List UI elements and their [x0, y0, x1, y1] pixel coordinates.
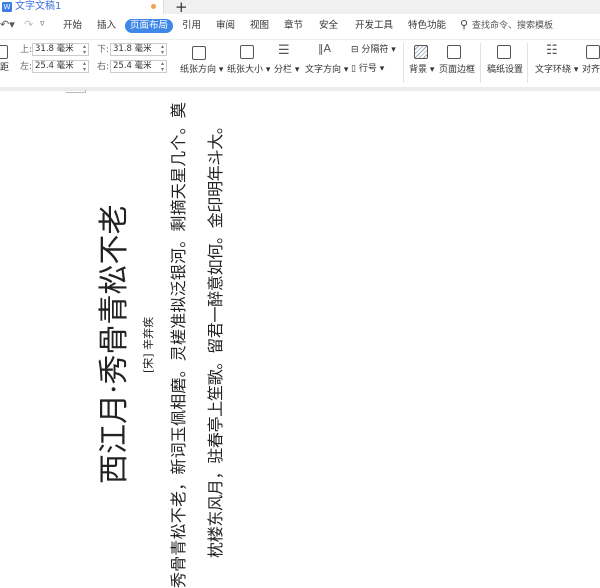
document-tab[interactable]: W 文字文稿1: [0, 0, 164, 14]
text-direction-button[interactable]: 文字方向 ▾: [305, 64, 348, 76]
poem-line[interactable]: 秀骨青松不老，新词玉佩相磨。灵槎准拟泛银河。剩摘天星几个。奠: [167, 102, 191, 588]
tab-insert[interactable]: 插入: [97, 19, 116, 33]
orientation-label: 纸张方向: [180, 65, 217, 75]
paper-size-icon: [240, 45, 254, 59]
page-border-icon: [447, 45, 461, 59]
tab-special-features[interactable]: 特色功能: [408, 19, 446, 33]
line-numbers-button[interactable]: ▯ 行号 ▾: [351, 63, 384, 75]
breaks-label: 分隔符: [361, 45, 389, 55]
poem-line[interactable]: 枕楼东风月，驻春亭上笙歌。留君一醉意如何。金印明年斗大。: [204, 118, 228, 558]
top-margin-value: 31.8 毫米: [35, 44, 74, 54]
poem-author[interactable]: [宋] 辛弃疾: [142, 317, 156, 373]
top-margin-label: 上:: [20, 45, 33, 55]
tab-view[interactable]: 视图: [250, 19, 269, 33]
text-wrap-icon: ☷: [546, 43, 558, 58]
page-border-button[interactable]: 页面边框: [439, 64, 475, 76]
align-button[interactable]: 对齐: [582, 64, 600, 76]
redo-icon[interactable]: ↷: [24, 18, 33, 31]
breaks-button[interactable]: ⊟ 分隔符 ▾: [351, 44, 396, 56]
paper-size-button[interactable]: 纸张大小 ▾: [227, 64, 270, 76]
search-command-input[interactable]: 查找命令、搜索模板: [472, 19, 553, 33]
columns-button[interactable]: 分栏 ▾: [274, 64, 299, 76]
manuscript-icon: [497, 45, 511, 59]
margins-button[interactable]: 距: [0, 62, 9, 74]
page-corner-mark: [66, 90, 86, 93]
top-margin-input[interactable]: 31.8 毫米 ▴ ▾: [32, 43, 89, 56]
document-title: 文字文稿1: [15, 1, 62, 12]
undo-icon[interactable]: ↶▾: [0, 18, 15, 31]
line-numbers-label: 行号: [358, 64, 377, 74]
background-button[interactable]: 背景 ▾: [409, 64, 434, 76]
margins-icon[interactable]: [0, 45, 8, 59]
tab-developer[interactable]: 开发工具: [355, 19, 393, 33]
left-margin-label: 左:: [20, 62, 33, 72]
divider: [403, 43, 404, 83]
text-direction-icon: ‖A: [318, 42, 332, 55]
text-wrap-label: 文字环绕: [535, 65, 572, 75]
tab-page-layout[interactable]: 页面布局: [125, 19, 174, 33]
tab-start[interactable]: 开始: [63, 19, 82, 33]
ruler-band: [0, 87, 600, 91]
tab-references[interactable]: 引用: [182, 19, 201, 33]
columns-label: 分栏: [274, 65, 293, 75]
spinner-icon[interactable]: ▴ ▾: [83, 44, 86, 56]
paper-size-label: 纸张大小: [227, 65, 264, 75]
bottom-margin-label: 下:: [97, 45, 110, 55]
right-margin-input[interactable]: 25.4 毫米 ▴ ▾: [110, 60, 167, 73]
breaks-icon: ⊟: [351, 45, 359, 55]
divider: [527, 43, 528, 83]
text-direction-label: 文字方向: [305, 65, 342, 75]
unsaved-dot-icon: [151, 4, 156, 9]
bottom-margin-input[interactable]: 31.8 毫米 ▴ ▾: [110, 43, 167, 56]
text-wrap-button[interactable]: 文字环绕 ▾: [535, 64, 578, 76]
tab-security[interactable]: 安全: [319, 19, 338, 33]
orientation-button[interactable]: 纸张方向 ▾: [180, 64, 223, 76]
search-icon: ⚲: [460, 18, 469, 31]
orientation-icon: [192, 46, 206, 60]
columns-icon: ☰: [278, 43, 290, 58]
manuscript-settings-button[interactable]: 稿纸设置: [487, 64, 523, 76]
tab-review[interactable]: 审阅: [216, 19, 235, 33]
left-margin-value: 25.4 毫米: [35, 61, 74, 71]
poem-title[interactable]: 西江月·秀骨青松不老: [97, 204, 133, 484]
spinner-icon[interactable]: ▴ ▾: [161, 44, 164, 56]
background-label: 背景: [409, 65, 428, 75]
spinner-icon[interactable]: ▴ ▾: [161, 61, 164, 73]
align-icon: [586, 45, 600, 59]
right-margin-label: 右:: [97, 62, 110, 72]
tab-sections[interactable]: 章节: [284, 19, 303, 33]
left-margin-input[interactable]: 25.4 毫米 ▴ ▾: [32, 60, 89, 73]
writer-app-icon: W: [2, 2, 12, 12]
customize-dropdown-icon[interactable]: ▿: [40, 19, 45, 29]
divider: [480, 43, 481, 83]
background-icon: [414, 45, 428, 59]
line-numbers-icon: ▯: [351, 64, 356, 74]
spinner-icon[interactable]: ▴ ▾: [83, 61, 86, 73]
right-margin-value: 25.4 毫米: [113, 61, 152, 71]
bottom-margin-value: 31.8 毫米: [113, 44, 152, 54]
